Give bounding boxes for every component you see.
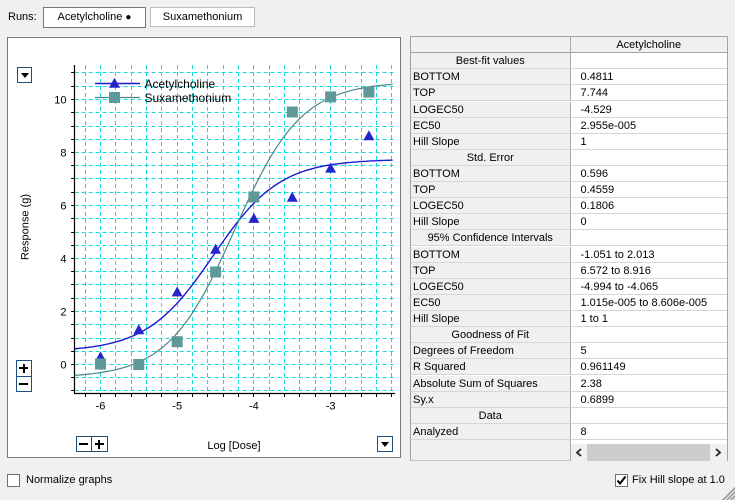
svg-text:2: 2 <box>60 307 66 319</box>
svg-text:8: 8 <box>60 148 66 160</box>
svg-text:6: 6 <box>60 201 66 213</box>
svg-text:-5: -5 <box>172 401 182 413</box>
svg-text:4: 4 <box>60 254 66 266</box>
svg-text:-4: -4 <box>249 401 259 413</box>
svg-text:Response (g): Response (g) <box>20 194 32 260</box>
svg-text:0: 0 <box>60 360 66 372</box>
svg-text:Suxamethonium: Suxamethonium <box>145 91 232 105</box>
svg-text:Log [Dose]: Log [Dose] <box>207 440 260 452</box>
svg-text:Acetylcholine: Acetylcholine <box>145 77 216 91</box>
svg-text:-3: -3 <box>326 401 336 413</box>
svg-text:10: 10 <box>54 95 66 107</box>
svg-text:-6: -6 <box>96 401 106 413</box>
